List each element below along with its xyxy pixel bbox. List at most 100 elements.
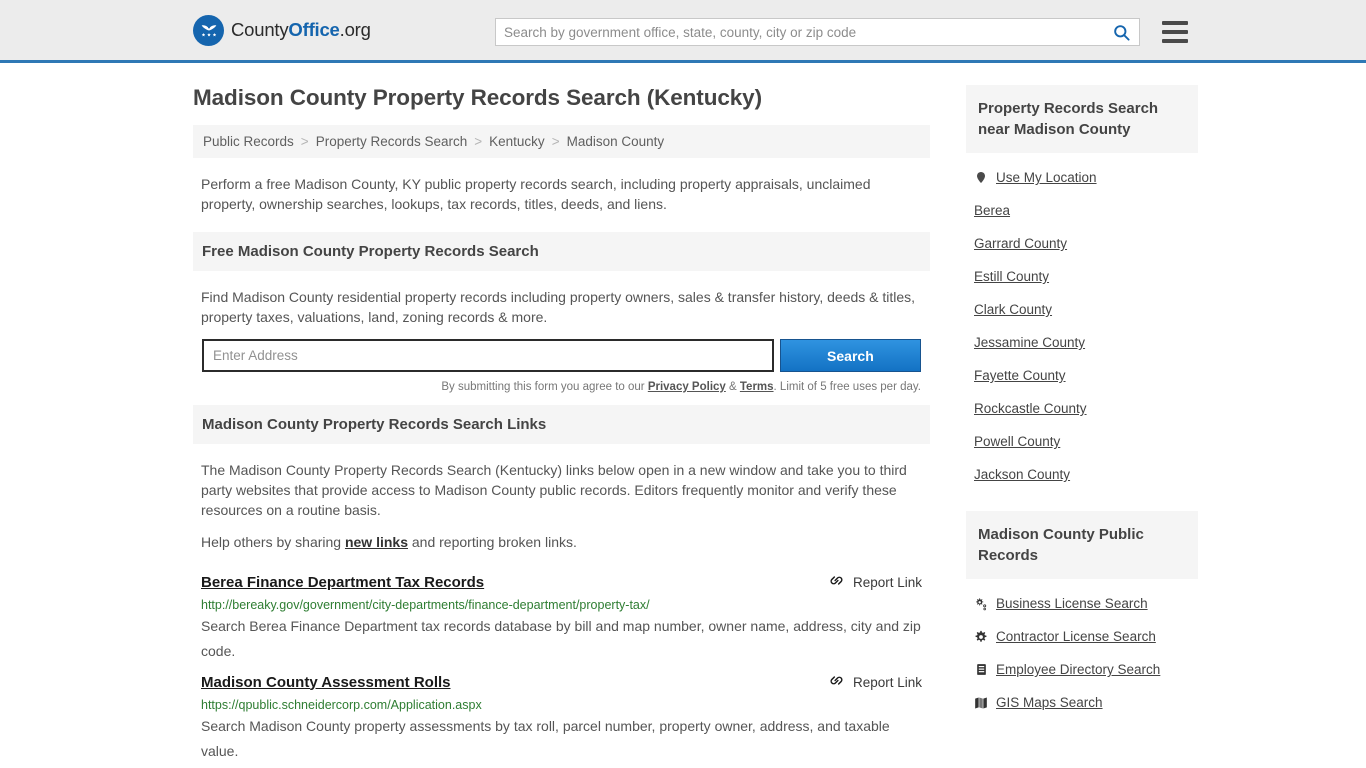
sidebar-public-records-heading: Madison County Public Records [966, 511, 1198, 579]
report-link-label: Report Link [852, 674, 922, 690]
search-icon[interactable] [1112, 23, 1131, 42]
sidebar-item-label: Powell County [974, 434, 1061, 449]
sidebar-item-label: Jackson County [974, 467, 1071, 482]
main-content: Madison County Property Records Search (… [193, 85, 930, 764]
sidebar-item-label: Rockcastle County [974, 401, 1087, 416]
breadcrumb-item-2[interactable]: Kentucky [489, 134, 545, 149]
share-suffix: and reporting broken links. [408, 534, 577, 550]
links-paragraph-1: The Madison County Property Records Sear… [201, 462, 907, 518]
sidebar-item-label: Contractor License Search [996, 629, 1156, 644]
sidebar-item-label: Jessamine County [974, 335, 1086, 350]
search-button[interactable]: Search [779, 339, 921, 372]
breadcrumb: Public Records > Property Records Search… [193, 125, 930, 158]
sidebar-item-gis-maps-search[interactable]: GIS Maps Search [974, 686, 1198, 719]
list-item: Madison County Assessment Rolls Report L… [193, 664, 930, 764]
sidebar-item-business-license-search[interactable]: Business License Search [974, 587, 1198, 620]
report-link-label: Report Link [852, 574, 922, 590]
free-search-description: Find Madison County residential property… [201, 289, 916, 325]
logo-text-office: Office [288, 19, 340, 40]
sidebar-item-estill-county[interactable]: Estill County [974, 260, 1198, 293]
report-link-button[interactable]: Report Link [828, 572, 922, 592]
record-link-url[interactable]: https://qpublic.schneidercorp.com/Applic… [201, 698, 922, 712]
intro-paragraph: Perform a free Madison County, KY public… [201, 176, 871, 212]
sidebar-item-label: Use My Location [996, 170, 1097, 185]
privacy-policy-link[interactable]: Privacy Policy [648, 381, 726, 393]
hamburger-bar-2 [1162, 30, 1188, 34]
links-section-body: The Madison County Property Records Sear… [193, 444, 930, 552]
breadcrumb-separator-2: > [551, 134, 560, 149]
breadcrumb-separator-1: > [474, 134, 483, 149]
logo-text-county: County [231, 19, 289, 40]
sidebar-item-label: Clark County [974, 302, 1053, 317]
page-title: Madison County Property Records Search (… [193, 85, 762, 110]
breadcrumb-separator-0: > [300, 134, 309, 149]
share-prefix: Help others by sharing [201, 534, 345, 550]
logo-wordmark: CountyOffice.org [231, 19, 371, 41]
record-link-url[interactable]: http://bereaky.gov/government/city-depar… [201, 598, 922, 612]
sidebar-item-powell-county[interactable]: Powell County [974, 425, 1198, 458]
report-link-button[interactable]: Report Link [828, 672, 922, 692]
record-link-description: Search Madison County property assessmen… [201, 718, 890, 759]
record-link-description: Search Berea Finance Department tax reco… [201, 618, 921, 659]
sidebar-item-employee-directory-search[interactable]: Employee Directory Search [974, 653, 1198, 686]
sidebar-item-label: Berea [974, 203, 1011, 218]
map-pin-icon [974, 171, 988, 185]
disclaimer-amp: & [725, 381, 740, 393]
hamburger-menu-icon[interactable] [1162, 21, 1188, 43]
broken-link-icon [828, 572, 845, 592]
free-search-heading: Free Madison County Property Records Sea… [193, 232, 930, 271]
sidebar-panel-gap [966, 491, 1198, 511]
links-paragraph-2: Help others by sharing new links and rep… [201, 532, 922, 552]
broken-link-icon [828, 672, 845, 692]
sidebar-item-label: Estill County [974, 269, 1050, 284]
hamburger-bar-3 [1162, 39, 1188, 43]
map-book-icon [974, 696, 988, 710]
record-link-title[interactable]: Berea Finance Department Tax Records [201, 574, 484, 591]
link-row: Madison County Assessment Rolls Report L… [201, 672, 922, 692]
sidebar-item-jackson-county[interactable]: Jackson County [974, 458, 1198, 491]
breadcrumb-item-1[interactable]: Property Records Search [316, 134, 468, 149]
header-search-area [495, 18, 1188, 46]
sidebar-item-rockcastle-county[interactable]: Rockcastle County [974, 392, 1198, 425]
sidebar-item-clark-county[interactable]: Clark County [974, 293, 1198, 326]
header-search-input[interactable] [504, 24, 1108, 40]
sidebar-near-list: Use My Location Berea Garrard County Est… [966, 153, 1198, 491]
link-row: Berea Finance Department Tax Records Rep… [201, 572, 922, 592]
logo-text-org: .org [339, 19, 371, 40]
sidebar-item-use-my-location[interactable]: Use My Location [974, 161, 1198, 194]
links-section-heading: Madison County Property Records Search L… [193, 405, 930, 444]
form-disclaimer: By submitting this form you agree to our… [201, 381, 922, 393]
page-body: Madison County Property Records Search (… [0, 63, 1366, 764]
address-search-form: Search [201, 339, 922, 372]
site-header: CountyOffice.org [0, 0, 1366, 63]
gear-icon [974, 630, 988, 644]
terms-link[interactable]: Terms [740, 381, 774, 393]
document-list-icon [974, 663, 988, 677]
sidebar-item-label: Business License Search [996, 596, 1148, 611]
address-input[interactable] [202, 339, 774, 372]
sidebar-item-label: Garrard County [974, 236, 1068, 251]
sidebar-item-label: Employee Directory Search [996, 662, 1161, 677]
sidebar-public-records-list: Business License Search Contractor Licen… [966, 579, 1198, 719]
gears-icon [974, 597, 988, 611]
record-link-title[interactable]: Madison County Assessment Rolls [201, 674, 451, 691]
sidebar-item-contractor-license-search[interactable]: Contractor License Search [974, 620, 1198, 653]
sidebar-item-jessamine-county[interactable]: Jessamine County [974, 326, 1198, 359]
sidebar: Property Records Search near Madison Cou… [966, 85, 1198, 764]
sidebar-item-berea[interactable]: Berea [974, 194, 1198, 227]
header-search-box[interactable] [495, 18, 1140, 46]
free-search-body: Find Madison County residential property… [193, 271, 930, 393]
breadcrumb-item-3[interactable]: Madison County [567, 134, 665, 149]
disclaimer-prefix: By submitting this form you agree to our [441, 381, 648, 393]
disclaimer-suffix: . Limit of 5 free uses per day. [773, 381, 921, 393]
site-logo[interactable]: CountyOffice.org [193, 14, 371, 46]
sidebar-near-heading: Property Records Search near Madison Cou… [966, 85, 1198, 153]
sidebar-item-label: GIS Maps Search [996, 695, 1103, 710]
sidebar-item-fayette-county[interactable]: Fayette County [974, 359, 1198, 392]
sidebar-item-label: Fayette County [974, 368, 1066, 383]
eagle-shield-logo-icon [193, 14, 224, 46]
breadcrumb-item-0[interactable]: Public Records [203, 134, 294, 149]
sidebar-item-garrard-county[interactable]: Garrard County [974, 227, 1198, 260]
list-item: Berea Finance Department Tax Records Rep… [193, 564, 930, 664]
new-links-link[interactable]: new links [345, 534, 408, 550]
